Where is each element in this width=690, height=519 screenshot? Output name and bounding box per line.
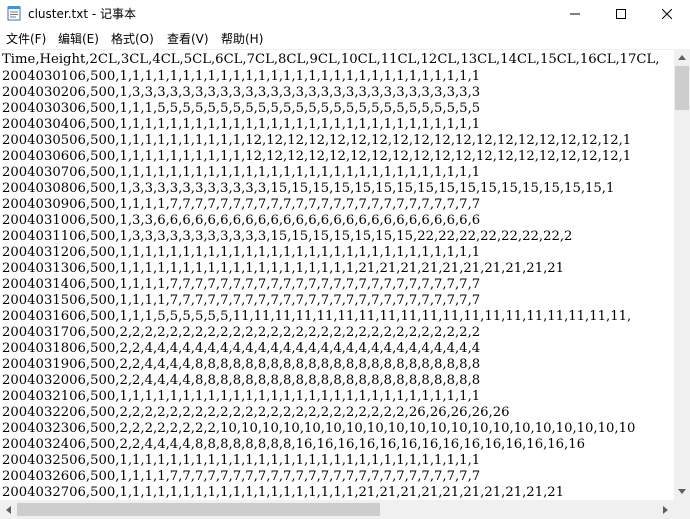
menu-help[interactable]: 帮助(H) bbox=[221, 30, 263, 47]
text-line: 2004032306,500,2,2,2,2,2,2,2,2,10,10,10,… bbox=[2, 421, 636, 436]
text-editor[interactable]: Time,Height,2CL,3CL,4CL,5CL,6CL,7CL,8CL,… bbox=[0, 49, 674, 501]
menu-file[interactable]: 文件(F) bbox=[6, 30, 46, 47]
notepad-icon bbox=[7, 6, 21, 21]
vertical-scrollbar[interactable] bbox=[674, 49, 690, 500]
window-title: cluster.txt - 记事本 bbox=[28, 7, 136, 21]
text-line: 2004030506,500,1,1,1,1,1,1,1,1,1,1,12,12… bbox=[2, 133, 632, 148]
minimize-button[interactable] bbox=[552, 0, 598, 27]
text-line: 2004031606,500,1,1,1,5,5,5,5,5,5,11,11,1… bbox=[2, 309, 632, 324]
text-line: 2004030106,500,1,1,1,1,1,1,1,1,1,1,1,1,1… bbox=[2, 69, 481, 84]
menu-view[interactable]: 查看(V) bbox=[167, 30, 209, 47]
scrollbar-corner bbox=[674, 500, 690, 519]
text-line: 2004031306,500,1,1,1,1,1,1,1,1,1,1,1,1,1… bbox=[2, 261, 565, 276]
chevron-right-icon bbox=[663, 505, 668, 514]
text-line: 2004031206,500,1,1,1,1,1,1,1,1,1,1,1,1,1… bbox=[2, 245, 481, 260]
chevron-down-icon bbox=[678, 489, 686, 494]
chevron-left-icon bbox=[6, 505, 11, 514]
text-line: 2004030806,500,1,3,3,3,3,3,3,3,3,3,3,3,1… bbox=[2, 181, 615, 196]
maximize-button[interactable] bbox=[598, 0, 644, 27]
scroll-up-button[interactable] bbox=[674, 49, 690, 66]
menu-edit[interactable]: 编辑(E) bbox=[58, 30, 99, 47]
text-line: 2004031706,500,2,2,2,2,2,2,2,2,2,2,2,2,2… bbox=[2, 325, 481, 340]
text-line: 2004030206,500,1,3,3,3,3,3,3,3,3,3,3,3,3… bbox=[2, 85, 481, 100]
text-line: 2004030406,500,1,1,1,1,1,1,1,1,1,1,1,1,1… bbox=[2, 117, 481, 132]
scroll-left-button[interactable] bbox=[0, 500, 17, 519]
vertical-scroll-thumb[interactable] bbox=[675, 66, 689, 110]
scroll-down-button[interactable] bbox=[674, 483, 690, 500]
text-line: 2004031006,500,1,3,3,6,6,6,6,6,6,6,6,6,6… bbox=[2, 213, 481, 228]
text-line: 2004032706,500,1,1,1,1,1,1,1,1,1,1,1,1,1… bbox=[2, 485, 565, 500]
chevron-up-icon bbox=[678, 55, 686, 60]
text-line: 2004031906,500,2,2,4,4,4,4,8,8,8,8,8,8,8… bbox=[2, 357, 481, 372]
text-line: 2004032206,500,2,2,2,2,2,2,2,2,2,2,2,2,2… bbox=[2, 405, 510, 420]
text-line: 2004031806,500,2,2,4,4,4,4,4,4,4,4,4,4,4… bbox=[2, 341, 481, 356]
text-line: 2004032106,500,1,1,1,1,1,1,1,1,1,1,1,1,1… bbox=[2, 389, 481, 404]
close-icon bbox=[662, 8, 672, 19]
text-line: 2004030606,500,1,1,1,1,1,1,1,1,1,1,12,12… bbox=[2, 149, 632, 164]
maximize-icon bbox=[616, 8, 626, 19]
scroll-right-button[interactable] bbox=[657, 500, 674, 519]
minimize-icon bbox=[570, 13, 580, 14]
close-button[interactable] bbox=[644, 0, 690, 27]
menu-bar: 文件(F) 编辑(E) 格式(O) 查看(V) 帮助(H) bbox=[0, 27, 690, 48]
text-line: Time,Height,2CL,3CL,4CL,5CL,6CL,7CL,8CL,… bbox=[2, 52, 660, 67]
text-line: 2004030306,500,1,1,1,5,5,5,5,5,5,5,5,5,5… bbox=[2, 101, 481, 116]
text-line: 2004032506,500,1,1,1,1,1,1,1,1,1,1,1,1,1… bbox=[2, 453, 481, 468]
text-line: 2004030906,500,1,1,1,1,7,7,7,7,7,7,7,7,7… bbox=[2, 197, 481, 212]
text-line: 2004031506,500,1,1,1,1,7,7,7,7,7,7,7,7,7… bbox=[2, 293, 481, 308]
text-line: 2004032006,500,2,2,4,4,4,4,8,8,8,8,8,8,8… bbox=[2, 373, 481, 388]
text-line: 2004030706,500,1,1,1,1,1,1,1,1,1,1,1,1,1… bbox=[2, 165, 481, 180]
text-line: 2004031106,500,1,3,3,3,3,3,3,3,3,3,3,3,1… bbox=[2, 229, 573, 244]
text-line: 2004031406,500,1,1,1,1,7,7,7,7,7,7,7,7,7… bbox=[2, 277, 481, 292]
menu-format[interactable]: 格式(O) bbox=[111, 30, 154, 47]
text-line: 2004032606,500,1,1,1,1,7,7,7,7,7,7,7,7,7… bbox=[2, 469, 481, 484]
title-bar[interactable]: cluster.txt - 记事本 bbox=[0, 0, 690, 27]
horizontal-scroll-thumb[interactable] bbox=[17, 503, 380, 516]
text-line: 2004032406,500,2,2,4,4,4,4,8,8,8,8,8,8,8… bbox=[2, 437, 586, 452]
